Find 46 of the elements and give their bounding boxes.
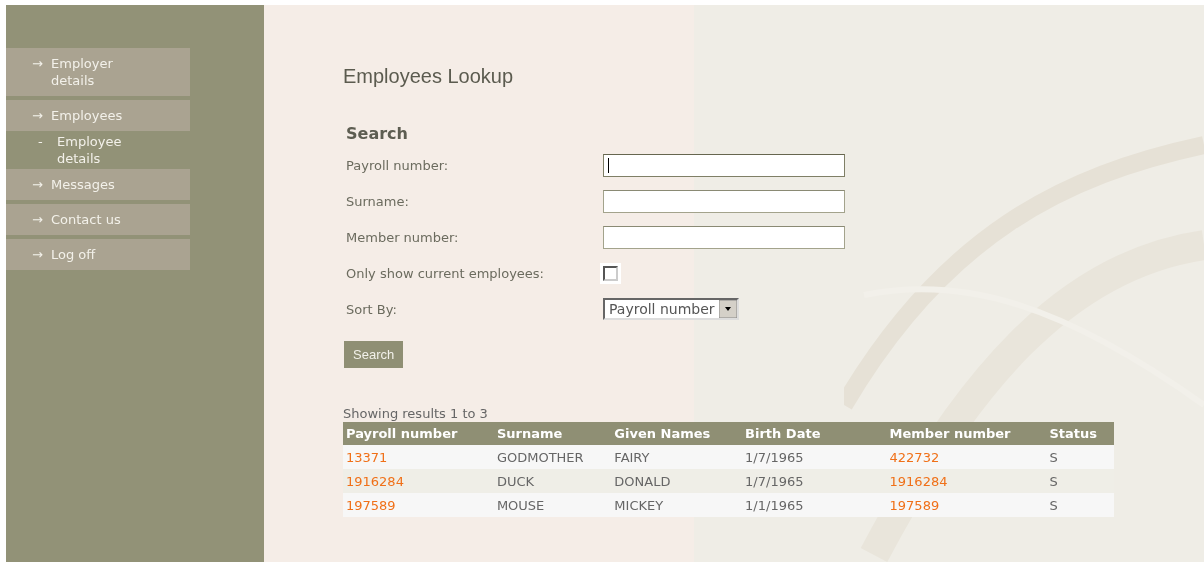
text-field[interactable] [603,153,845,177]
column-header: Status [1046,422,1114,445]
column-header: Surname [493,422,612,445]
table-link[interactable]: 197589 [343,493,494,517]
nav-link[interactable]: → Log off [6,239,190,270]
table-link[interactable]: 422732 [886,445,1047,469]
field-label: Surname: [346,193,410,209]
table-cell: 1/7/1965 [742,469,887,493]
table-cell: DUCK [493,469,612,493]
nav-link[interactable]: → Employees [6,100,190,131]
page-title: Employees Lookup [343,65,515,88]
field-label: Only show current employees: [346,265,545,281]
search-button[interactable]: Search [344,341,404,368]
nav-sublink[interactable]: - Employee details [6,133,190,167]
nav-link[interactable]: → Messages [6,169,190,200]
table-cell: 1/1/1965 [742,493,887,517]
nav-link[interactable]: → Contact us [6,204,190,235]
field-label: Payroll number: [346,157,450,173]
field-label: Member number: [346,229,460,245]
dropdown-arrow-icon [718,300,737,318]
results-summary: Showing results 1 to 3 [343,406,489,422]
table-cell: FAIRY [611,445,743,469]
table-cell: GODMOTHER [493,445,612,469]
column-header: Birth Date [742,422,887,445]
checkbox[interactable] [603,265,618,281]
nav-link[interactable]: → Employer details [6,48,190,96]
sort-dropdown[interactable]: Payroll number [603,298,739,320]
table-cell: DONALD [611,469,743,493]
table-link[interactable]: 197589 [886,493,1047,517]
field-label: Sort By: [346,301,398,317]
table-cell: S [1046,493,1114,517]
text-field[interactable] [603,225,845,249]
column-header: Given Names [611,422,743,445]
table-cell: MOUSE [493,493,612,517]
column-header: Payroll number [343,422,494,445]
table-cell: 1/7/1965 [742,445,887,469]
section-heading: Search [346,124,409,143]
table-link[interactable]: 1916284 [343,469,494,493]
text-caret [608,157,609,173]
table-cell: MICKEY [611,493,743,517]
text-field[interactable] [603,189,845,213]
table-cell: S [1046,469,1114,493]
column-header: Member number [886,422,1047,445]
table-link[interactable]: 13371 [343,445,494,469]
table-link[interactable]: 1916284 [886,469,1047,493]
table-cell: S [1046,445,1114,469]
